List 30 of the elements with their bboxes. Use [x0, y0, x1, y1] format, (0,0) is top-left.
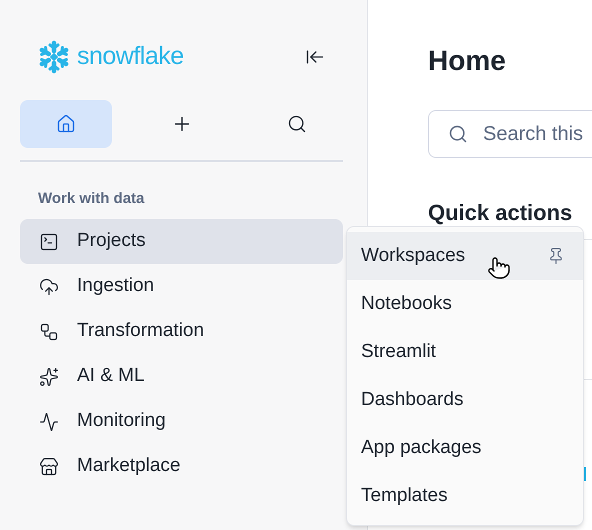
home-icon	[56, 114, 76, 134]
terminal-icon	[39, 232, 59, 252]
sidebar-item[interactable]: Projects	[20, 219, 343, 264]
menu-item[interactable]: Streamlit	[347, 328, 583, 376]
menu-item[interactable]: Dashboards	[347, 376, 583, 424]
menu-item[interactable]: Notebooks	[347, 280, 583, 328]
sidebar-item[interactable]: Monitoring	[20, 399, 343, 444]
home-button[interactable]	[20, 100, 112, 148]
sidebar-item[interactable]: Transformation	[20, 309, 343, 354]
menu-item[interactable]: Workspaces	[347, 232, 583, 280]
menu-item[interactable]: Templates	[347, 472, 583, 520]
pulse-icon	[39, 412, 59, 432]
sidebar-item[interactable]: AI & ML	[20, 354, 343, 399]
pin-icon[interactable]	[547, 247, 565, 265]
section-title: Quick actions	[428, 199, 572, 227]
sidebar-item[interactable]: Ingestion	[20, 264, 343, 309]
search-icon	[287, 114, 307, 134]
search-field[interactable]: Search this	[428, 110, 592, 158]
sparkles-icon	[39, 366, 59, 386]
search-icon	[448, 124, 468, 144]
store-icon	[39, 456, 59, 476]
menu-item[interactable]: App packages	[347, 424, 583, 472]
brand-name: snowflake	[77, 41, 184, 72]
workflow-icon	[39, 322, 59, 342]
cloud-upload-icon	[39, 276, 59, 296]
sidebar-item[interactable]: Marketplace	[20, 444, 343, 489]
section-heading: Work with data	[38, 188, 144, 208]
snowflake-logo-icon	[37, 40, 71, 74]
page-title: Home	[428, 44, 506, 78]
hand-cursor-icon	[487, 256, 511, 280]
